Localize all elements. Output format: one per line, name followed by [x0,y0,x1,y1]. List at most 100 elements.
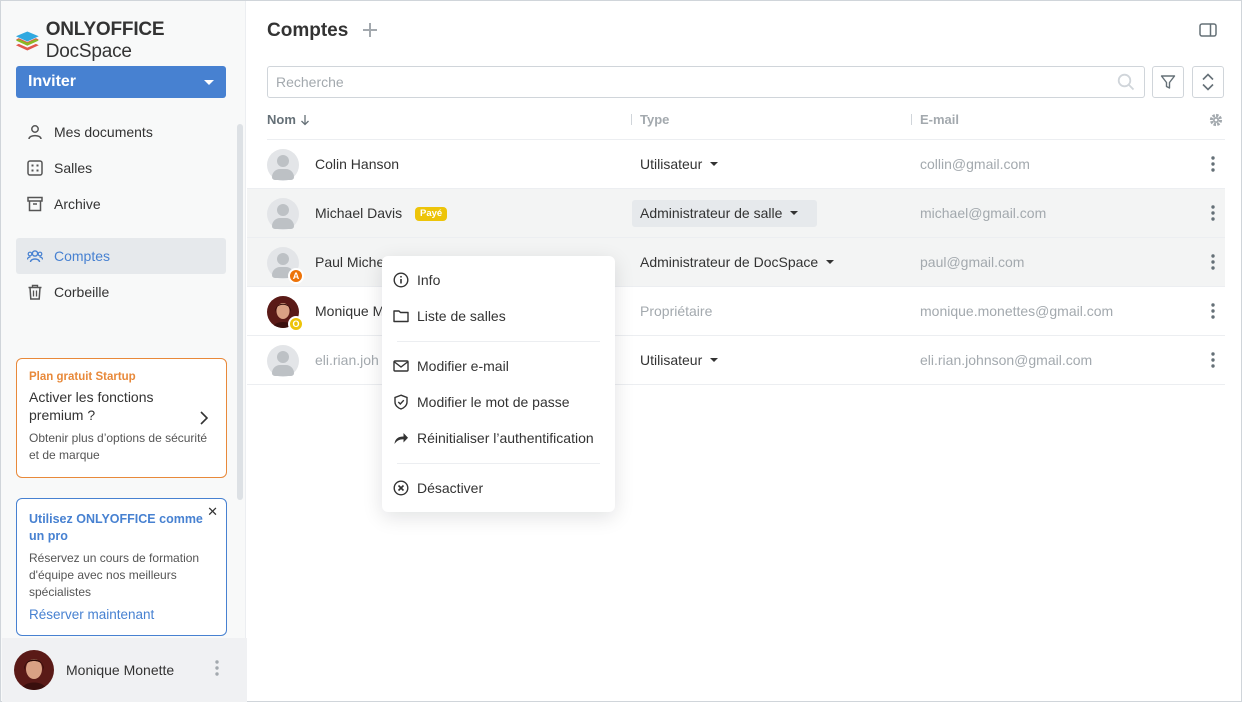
info-panel-toggle-icon[interactable] [1199,22,1217,38]
role-dropdown[interactable]: Utilisateur [640,156,719,172]
invite-label: Inviter [28,73,77,90]
column-resizer[interactable] [911,114,912,125]
menu-item-label: Liste de salles [417,308,506,324]
avatar [267,149,299,181]
column-resizer[interactable] [631,114,632,125]
menu-item-label: Modifier e-mail [417,358,509,374]
rooms-grid-icon [26,159,44,177]
user-name: eli.rian.joh [315,352,379,368]
menu-item-change-email[interactable]: Modifier e-mail [382,348,615,384]
sidebar-item-archive[interactable]: Archive [16,186,226,222]
sidebar-item-my-documents[interactable]: Mes documents [16,114,226,150]
filter-button[interactable] [1152,66,1184,98]
deactivate-circle-icon [393,480,409,496]
chevron-down-icon [790,211,799,215]
plan-headline: Activer les fonctions premium ? [29,389,154,423]
chevron-right-icon [200,411,208,425]
search-input[interactable] [267,66,1145,98]
table-header: Nom Type E-mail [267,110,1225,140]
menu-item-label: Modifier le mot de passe [417,394,570,410]
book-now-link[interactable]: Réserver maintenant [29,607,214,622]
docspace-logo-icon [15,31,39,51]
chevron-down-icon [204,79,214,85]
pro-card-description: Réservez un cours de formation d'équipe … [29,551,200,599]
sidebar-scrollbar[interactable] [237,124,243,500]
sort-down-arrow-icon [300,114,309,125]
user-name: Monique Monette [66,662,175,678]
user-name: Paul Miche [315,254,385,270]
add-account-icon[interactable] [360,20,380,40]
more-vertical-icon[interactable] [1211,254,1215,270]
pro-card-title: Utilisez ONLYOFFICE comme un pro [29,512,203,543]
info-icon [393,272,409,288]
sidebar-nav: Mes documents Salles Archive Comptes Cor… [16,114,226,310]
owner-badge: O [288,316,304,332]
sort-arrows-icon [1202,73,1214,91]
more-vertical-icon[interactable] [1211,205,1215,221]
menu-item-label: Désactiver [417,480,484,496]
user-email: monique.monettes@gmail.com [920,303,1114,319]
user-icon [26,123,44,141]
role-dropdown[interactable]: Administrateur de salle [640,205,799,221]
menu-item-change-password[interactable]: Modifier le mot de passe [382,384,615,420]
shield-icon [394,394,408,410]
column-type[interactable]: Type [640,112,669,127]
user-email: michael@gmail.com [920,205,1047,221]
avatar [267,345,299,377]
sidebar: ONLYOFFICE DocSpace Inviter Mes document… [1,1,247,702]
menu-divider [397,341,600,342]
avatar [267,198,299,230]
chevron-down-icon [826,260,835,264]
sidebar-item-accounts[interactable]: Comptes [16,238,226,274]
menu-item-info[interactable]: Info [382,262,615,298]
menu-divider [397,463,600,464]
filter-funnel-icon [1160,75,1176,89]
more-vertical-icon[interactable] [1211,303,1215,319]
user-name: Michael Davis [315,205,403,221]
role-dropdown[interactable]: Utilisateur [640,352,719,368]
table-row[interactable]: Michael Davis Payé Administrateur de sal… [247,189,1225,238]
role-dropdown[interactable]: Administrateur de DocSpace [640,254,835,270]
user-email: eli.rian.johnson@gmail.com [920,352,1093,368]
app-logo[interactable]: ONLYOFFICE DocSpace [15,19,245,63]
user-name: Monique M [315,303,385,319]
plan-promo-card[interactable]: Plan gratuit Startup Activer les fonctio… [16,358,227,478]
table-row[interactable]: Colin Hanson Utilisateur collin@gmail.co… [247,140,1225,189]
current-user[interactable]: Monique Monette [2,638,247,702]
logo-text-light: DocSpace [45,41,132,62]
more-vertical-icon[interactable] [1211,156,1215,172]
column-name[interactable]: Nom [267,112,310,127]
invite-button[interactable]: Inviter [16,66,226,98]
menu-item-room-list[interactable]: Liste de salles [382,298,615,334]
close-icon[interactable]: ✕ [207,504,218,520]
sidebar-item-trash[interactable]: Corbeille [16,274,226,310]
column-label: E-mail [920,112,960,127]
sidebar-item-label: Corbeille [54,284,110,300]
admin-badge: A [288,268,304,284]
column-email[interactable]: E-mail [920,112,959,127]
sidebar-item-rooms[interactable]: Salles [16,150,226,186]
menu-item-reset-auth[interactable]: Réinitialiser l’authentification [382,420,615,456]
plan-tag: Plan gratuit Startup [29,371,136,383]
sidebar-item-label: Mes documents [54,124,153,140]
menu-item-deactivate[interactable]: Désactiver [382,470,615,506]
sort-button[interactable] [1192,66,1224,98]
column-label: Type [640,112,670,127]
paid-badge: Payé [415,207,448,221]
share-arrow-icon [394,433,408,444]
search-icon[interactable] [1117,73,1135,91]
user-name: Colin Hanson [315,156,400,172]
menu-item-label: Info [417,272,441,288]
menu-item-label: Réinitialiser l’authentification [417,430,594,446]
sidebar-item-label: Salles [54,160,93,176]
sidebar-item-label: Archive [54,196,101,212]
context-menu: Info Liste de salles Modifier e-mail Mod… [382,256,615,512]
gear-icon[interactable] [1209,113,1223,127]
folder-icon [393,310,409,323]
plan-description: Obtenir plus d’options de sécurité et de… [29,431,208,462]
trash-icon [26,283,44,301]
avatar [14,650,54,690]
more-vertical-icon[interactable] [215,660,219,676]
column-label: Nom [267,112,296,127]
more-vertical-icon[interactable] [1211,352,1215,368]
